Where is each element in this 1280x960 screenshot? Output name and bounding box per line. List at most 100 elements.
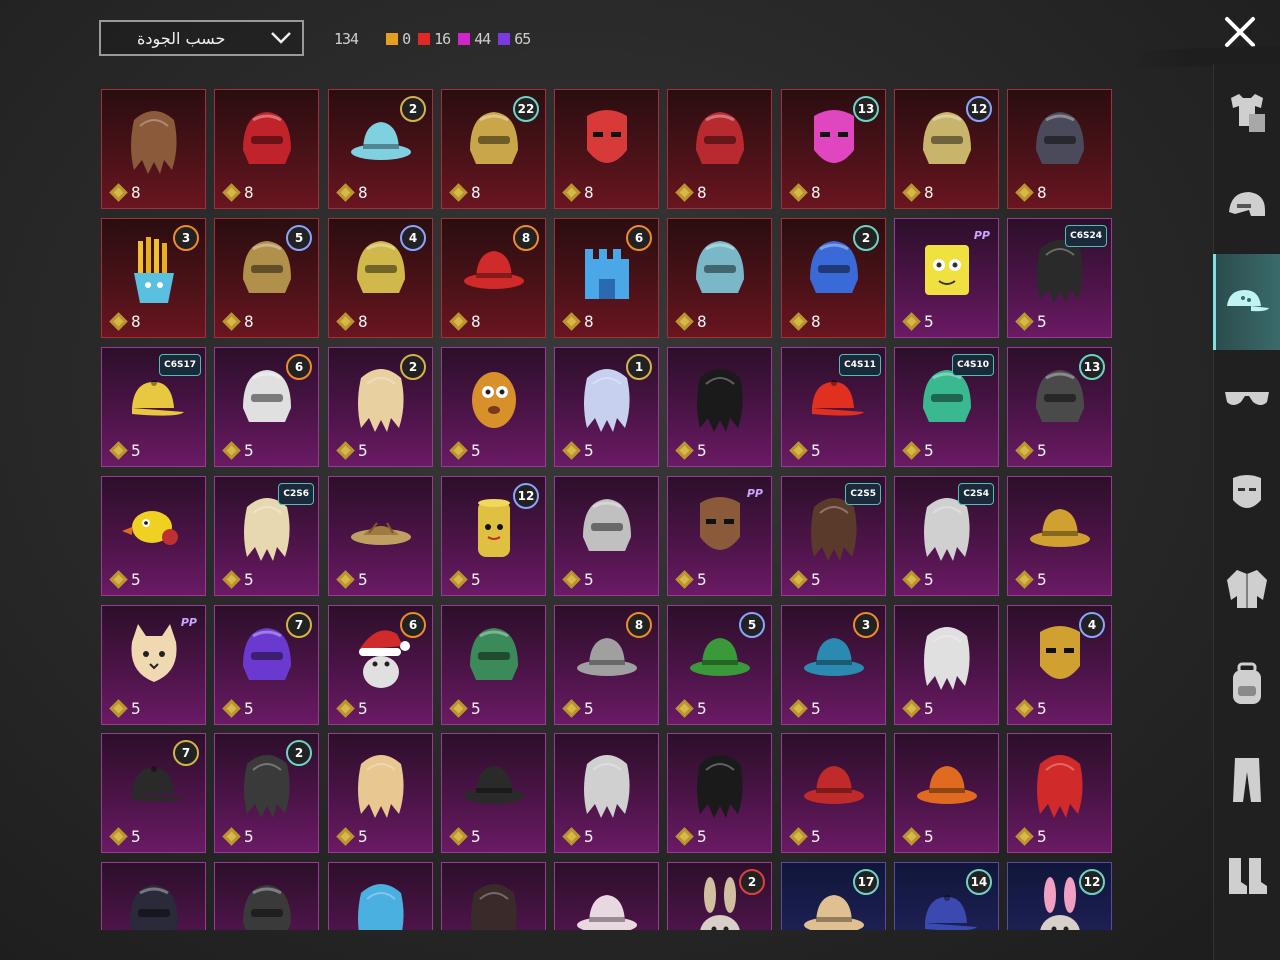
item-tile[interactable]: 5 PP (667, 476, 772, 596)
item-tile[interactable]: 14 (894, 862, 999, 930)
item-tile[interactable]: 5 (894, 605, 999, 725)
item-tile[interactable]: 5 PP (101, 605, 206, 725)
item-tile[interactable]: 5 (1007, 733, 1112, 853)
item-tile[interactable]: 8 (667, 89, 772, 209)
sort-dropdown[interactable]: حسب الجودة (99, 20, 304, 56)
jacket-icon (1226, 570, 1267, 608)
item-tile[interactable]: 56 (214, 347, 319, 467)
item-tile[interactable]: 5 (667, 733, 772, 853)
item-tile[interactable]: 57 (101, 733, 206, 853)
sidebar-item-glasses[interactable] (1213, 350, 1280, 446)
item-tile[interactable]: 8 (554, 89, 659, 209)
item-tile[interactable]: 5 (328, 733, 433, 853)
item-tile[interactable]: 57 (214, 605, 319, 725)
item-quantity: 5 (901, 312, 934, 331)
currency-diamond-icon (562, 183, 581, 202)
item-tile[interactable]: 5 (554, 733, 659, 853)
item-tile[interactable]: 5 C6S24 (1007, 218, 1112, 338)
item-tile[interactable]: 5 C2S6 (214, 476, 319, 596)
item-tile[interactable]: 5 (781, 733, 886, 853)
sidebar-item-hats[interactable] (1213, 254, 1280, 350)
item-quantity-value: 5 (584, 827, 594, 846)
item-quantity-value: 5 (244, 699, 254, 718)
item-tile[interactable]: 12 (1007, 862, 1112, 930)
item-tile[interactable]: 54 (1007, 605, 1112, 725)
currency-diamond-icon (789, 699, 808, 718)
item-tile[interactable]: 52 (214, 733, 319, 853)
item-quantity: 5 (108, 441, 141, 460)
item-tile[interactable]: 8 (101, 89, 206, 209)
item-tile[interactable]: 8 13 (781, 89, 886, 209)
item-tile[interactable]: 5 (101, 476, 206, 596)
item-tile[interactable] (101, 862, 206, 930)
item-tile[interactable]: 2 (667, 862, 772, 930)
item-tile[interactable]: 56 (328, 605, 433, 725)
item-tile[interactable]: 58 (554, 605, 659, 725)
item-tile[interactable]: 52 (328, 347, 433, 467)
item-tile[interactable]: 5 13 (1007, 347, 1112, 467)
item-level-badge: 17 (853, 869, 879, 895)
item-tile[interactable]: 5 (894, 733, 999, 853)
currency-diamond-icon (449, 312, 468, 331)
item-quantity-value: 5 (471, 441, 481, 460)
close-button[interactable] (1222, 14, 1258, 50)
item-tile[interactable]: 5 (328, 476, 433, 596)
item-tile[interactable] (554, 862, 659, 930)
item-tile[interactable]: 5 12 (441, 476, 546, 596)
sidebar-item-outfit[interactable] (1213, 64, 1280, 160)
item-quantity-value: 5 (131, 570, 141, 589)
item-tile[interactable]: 85 (214, 218, 319, 338)
item-quantity: 8 (108, 312, 141, 331)
item-tile[interactable]: 5 (667, 347, 772, 467)
item-tile[interactable]: 53 (781, 605, 886, 725)
item-quantity: 5 (561, 827, 594, 846)
item-tile[interactable]: 82 (328, 89, 433, 209)
item-tile[interactable] (214, 862, 319, 930)
item-level-badge: 4 (400, 225, 426, 251)
item-tile[interactable]: 83 (101, 218, 206, 338)
item-tile[interactable]: 8 (1007, 89, 1112, 209)
item-quantity: 5 (335, 441, 368, 460)
currency-diamond-icon (562, 570, 581, 589)
item-tile[interactable]: 5 (441, 347, 546, 467)
item-quantity-value: 5 (697, 827, 707, 846)
item-quantity: 5 (561, 699, 594, 718)
item-tile[interactable]: 5 C2S5 (781, 476, 886, 596)
currency-diamond-icon (449, 699, 468, 718)
item-quantity: 5 (674, 441, 707, 460)
item-tile[interactable]: 88 (441, 218, 546, 338)
item-tile[interactable]: 5 (441, 605, 546, 725)
item-tile[interactable]: 5 PP (894, 218, 999, 338)
item-tile[interactable] (441, 862, 546, 930)
item-quantity: 8 (561, 183, 594, 202)
item-tile[interactable]: 5 C2S4 (894, 476, 999, 596)
item-tile[interactable]: 8 (214, 89, 319, 209)
sidebar-item-pants[interactable] (1213, 732, 1280, 828)
item-tile[interactable]: 5 (441, 733, 546, 853)
item-tile[interactable]: 8 22 (441, 89, 546, 209)
item-tile[interactable]: 84 (328, 218, 433, 338)
currency-diamond-icon (449, 441, 468, 460)
item-tile[interactable]: 51 (554, 347, 659, 467)
item-tile[interactable]: 5 (554, 476, 659, 596)
item-tile[interactable]: 82 (781, 218, 886, 338)
sidebar-item-backpack[interactable] (1213, 636, 1280, 732)
item-level-badge: 2 (286, 740, 312, 766)
item-tile[interactable]: 8 (667, 218, 772, 338)
sidebar-item-boots[interactable] (1213, 828, 1280, 924)
item-tile[interactable]: 8 12 (894, 89, 999, 209)
item-tile[interactable] (328, 862, 433, 930)
item-tile[interactable]: 5 C4S10 (894, 347, 999, 467)
item-tile[interactable]: 55 (667, 605, 772, 725)
red-square-icon (418, 33, 431, 45)
sidebar-item-helmet[interactable] (1213, 158, 1280, 254)
item-tile[interactable]: 5 (1007, 476, 1112, 596)
currency-diamond-icon (562, 312, 581, 331)
item-tile[interactable]: 86 (554, 218, 659, 338)
sidebar-item-mask[interactable] (1213, 446, 1280, 542)
sidebar-item-jacket[interactable] (1213, 540, 1280, 636)
item-quantity-value: 8 (131, 183, 141, 202)
item-tile[interactable]: 5 C6S17 (101, 347, 206, 467)
item-tile[interactable]: 5 C4S11 (781, 347, 886, 467)
item-tile[interactable]: 17 (781, 862, 886, 930)
